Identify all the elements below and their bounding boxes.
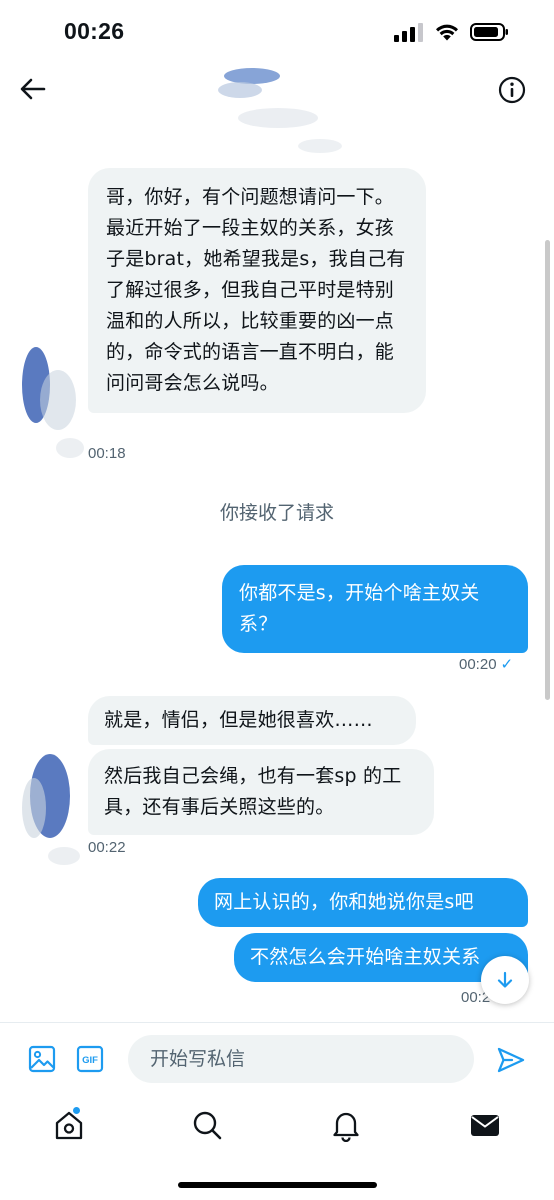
arrow-down-icon [497,971,513,988]
signal-icon [394,23,423,42]
message-timestamp: 00:22 [88,839,126,856]
message-input[interactable] [128,1035,474,1083]
home-icon [55,1111,83,1140]
search-icon [193,1111,222,1140]
message-timestamp: 00:20 ✓ [459,656,514,673]
wifi-icon [436,24,458,41]
image-icon[interactable] [28,1045,56,1073]
arrow-left-icon[interactable] [18,74,48,104]
nav-home[interactable] [52,1106,86,1142]
bell-icon [333,1112,359,1143]
message-bubble-incoming[interactable]: 然后我自己会绳，也有一套sp 的工具，还有事后关照这些的。 [88,749,434,835]
gif-label: GIF [82,1055,98,1066]
avatar-blur[interactable] [12,738,92,868]
message-bubble-outgoing[interactable]: 你都不是s，开始个啥主奴关系？ [222,565,528,653]
nav-search[interactable] [190,1108,224,1142]
bottom-nav [0,1094,554,1200]
message-bubble-outgoing[interactable]: 网上认识的，你和她说你是s吧 [198,878,528,927]
home-indicator[interactable] [178,1182,377,1188]
notification-dot [72,1106,81,1115]
status-icons [394,22,510,42]
battery-icon [470,23,508,41]
info-icon[interactable] [498,76,526,104]
message-bubble-incoming[interactable]: 就是，情侣，但是她很喜欢…… [88,696,416,745]
message-bubble-incoming[interactable]: 哥，你好，有个问题想请问一下。最近开始了一段主奴的关系，女孩子是brat，她希望… [88,168,426,413]
nav-notifications[interactable] [329,1108,363,1143]
scroll-to-bottom-button[interactable] [481,956,529,1004]
status-time: 00:26 [64,18,125,44]
nav-messages[interactable] [468,1108,502,1142]
scrollbar[interactable] [545,240,550,700]
message-timestamp: 00:18 [88,445,126,462]
send-icon[interactable] [496,1045,526,1075]
conversation-header [0,66,554,162]
request-accepted-note: 你接收了请求 [219,502,334,524]
gif-icon: GIF [76,1045,104,1073]
check-icon: ✓ [500,656,514,673]
gif-button[interactable]: GIF [76,1045,104,1073]
compose-bar: GIF [0,1022,554,1094]
avatar-blur[interactable] [10,330,90,460]
status-bar: 00:26 [0,0,554,66]
mail-icon [471,1115,499,1136]
avatar-blur-header[interactable] [210,66,360,156]
